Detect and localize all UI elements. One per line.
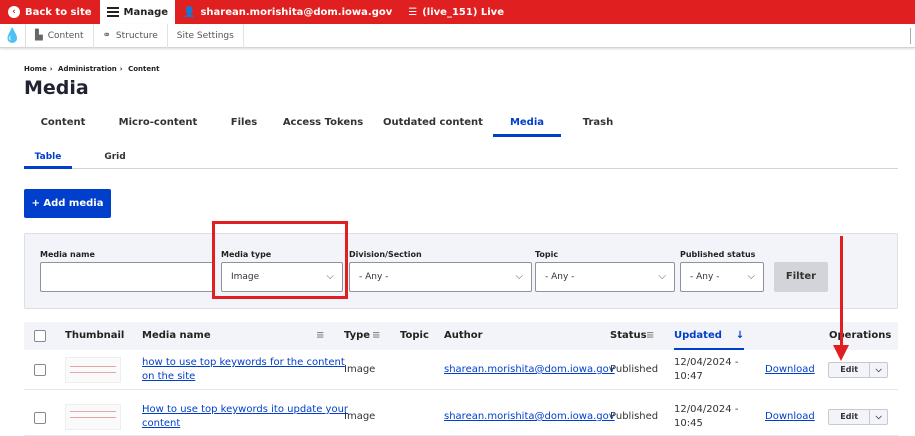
header-thumbnail: Thumbnail <box>65 330 125 341</box>
tab-micro-content[interactable]: Micro-content <box>106 113 210 137</box>
division-select[interactable]: - Any - ⌵ <box>349 262 532 292</box>
type-cell: Image <box>344 364 376 375</box>
back-to-site-link[interactable]: ‹ Back to site <box>0 0 100 24</box>
operations-dropbutton: Edit ⌵ <box>828 409 888 425</box>
document-icon: ▙ <box>35 30 43 41</box>
tab-outdated-content[interactable]: Outdated content <box>381 113 485 137</box>
annotation-arrow <box>840 236 843 348</box>
header-topic: Topic <box>400 330 429 341</box>
tab-table[interactable]: Table <box>24 149 72 169</box>
breadcrumb-content[interactable]: Content <box>128 65 159 73</box>
header-status[interactable]: Status <box>610 330 647 341</box>
nav-site-settings[interactable]: Site Settings <box>168 23 244 48</box>
annotation-arrowhead <box>833 345 849 361</box>
header-updated[interactable]: Updated ↓ <box>674 322 744 350</box>
tab-media[interactable]: Media <box>493 113 561 137</box>
hamburger-icon <box>106 7 119 17</box>
table-header: Thumbnail Media name ≡ Type ≡ Topic Auth… <box>24 322 898 350</box>
sort-icon: ≡ <box>316 330 325 341</box>
filter-button[interactable]: Filter <box>774 262 828 292</box>
tab-files[interactable]: Files <box>218 113 270 137</box>
topic-select[interactable]: - Any - ⌵ <box>535 262 675 292</box>
thumbnail-image <box>65 357 121 383</box>
status-cell: Published <box>610 411 659 422</box>
user-menu[interactable]: 👤 sharean.morishita@dom.iowa.gov <box>175 0 400 24</box>
download-link[interactable]: Download <box>765 411 815 422</box>
published-status-select[interactable]: - Any - ⌵ <box>680 262 764 292</box>
author-link[interactable]: sharean.morishita@dom.iowa.gov <box>444 411 615 422</box>
user-icon: 👤 <box>183 6 196 18</box>
updated-cell: 12/04/2024 -10:47 <box>674 357 739 382</box>
arrow-down-icon: ↓ <box>735 330 745 341</box>
operations-dropbutton: Edit ⌵ <box>828 362 888 378</box>
edit-button[interactable]: Edit <box>829 363 871 377</box>
breadcrumb-administration[interactable]: Administration <box>58 65 117 73</box>
tab-grid[interactable]: Grid <box>94 149 136 169</box>
sort-icon: ≡ <box>646 330 655 341</box>
header-type[interactable]: Type <box>344 330 370 341</box>
admin-toolbar: ‹ Back to site Manage 👤 sharean.morishita@… <box>0 0 915 24</box>
type-cell: Image <box>344 411 376 422</box>
download-link[interactable]: Download <box>765 364 815 375</box>
header-media-name[interactable]: Media name <box>142 330 211 341</box>
breadcrumb-home[interactable]: Home <box>24 65 47 73</box>
table-row: how to use top keywords for the content o… <box>24 350 898 390</box>
filter-form: Media name Media type Image ⌵ Division/Se… <box>24 233 898 309</box>
status-cell: Published <box>610 364 659 375</box>
select-all-checkbox[interactable] <box>34 330 46 342</box>
environment-indicator[interactable]: ☰ (live_151) Live <box>400 0 512 24</box>
page-title: Media <box>24 77 89 99</box>
topic-label: Topic <box>535 250 559 259</box>
row-checkbox[interactable] <box>34 364 46 376</box>
author-link[interactable]: sharean.morishita@dom.iowa.gov <box>444 364 615 375</box>
nav-structure[interactable]: ⚭ Structure <box>94 23 168 48</box>
nav-content[interactable]: ▙ Content <box>26 23 94 48</box>
server-icon: ☰ <box>408 6 418 18</box>
tab-trash[interactable]: Trash <box>573 113 623 137</box>
chevron-down-icon: ⌵ <box>747 271 755 282</box>
table-row: How to use top keywords ito update your c… <box>24 396 898 436</box>
chevron-down-icon: ⌵ <box>515 271 523 282</box>
header-author: Author <box>444 330 483 341</box>
tab-content[interactable]: Content <box>24 113 102 137</box>
chevron-down-icon: ⌵ <box>658 271 666 282</box>
chevron-left-icon: ‹ <box>8 6 20 18</box>
secondary-tabs: Table Grid <box>24 149 898 169</box>
edit-button[interactable]: Edit <box>829 410 871 424</box>
chevron-down-icon[interactable]: ⌵ <box>870 363 887 377</box>
media-name-input[interactable] <box>40 262 215 292</box>
breadcrumb: Home › Administration › Content <box>24 65 160 73</box>
sitemap-icon: ⚭ <box>102 30 111 41</box>
sort-icon: ≡ <box>372 330 381 341</box>
toolbar-edge[interactable] <box>910 28 915 44</box>
media-name-link[interactable]: how to use top keywords for the content o… <box>142 356 345 384</box>
thumbnail-image <box>65 404 121 430</box>
media-name-label: Media name <box>40 250 95 259</box>
add-media-button[interactable]: + Add media <box>24 189 111 218</box>
manage-menu[interactable]: Manage <box>99 0 176 24</box>
division-label: Division/Section <box>349 250 422 259</box>
annotation-highlight-box <box>212 221 348 299</box>
primary-tabs: Content Micro-content Files Access Token… <box>24 113 915 137</box>
secondary-toolbar: 💧 ▙ Content ⚭ Structure Site Settings <box>0 23 915 48</box>
row-checkbox[interactable] <box>34 412 46 424</box>
header-operations: Operations <box>829 330 892 341</box>
drupal-logo-icon[interactable]: 💧 <box>0 23 26 48</box>
chevron-down-icon[interactable]: ⌵ <box>870 410 887 424</box>
tab-access-tokens[interactable]: Access Tokens <box>279 113 367 137</box>
published-status-label: Published status <box>680 250 756 259</box>
